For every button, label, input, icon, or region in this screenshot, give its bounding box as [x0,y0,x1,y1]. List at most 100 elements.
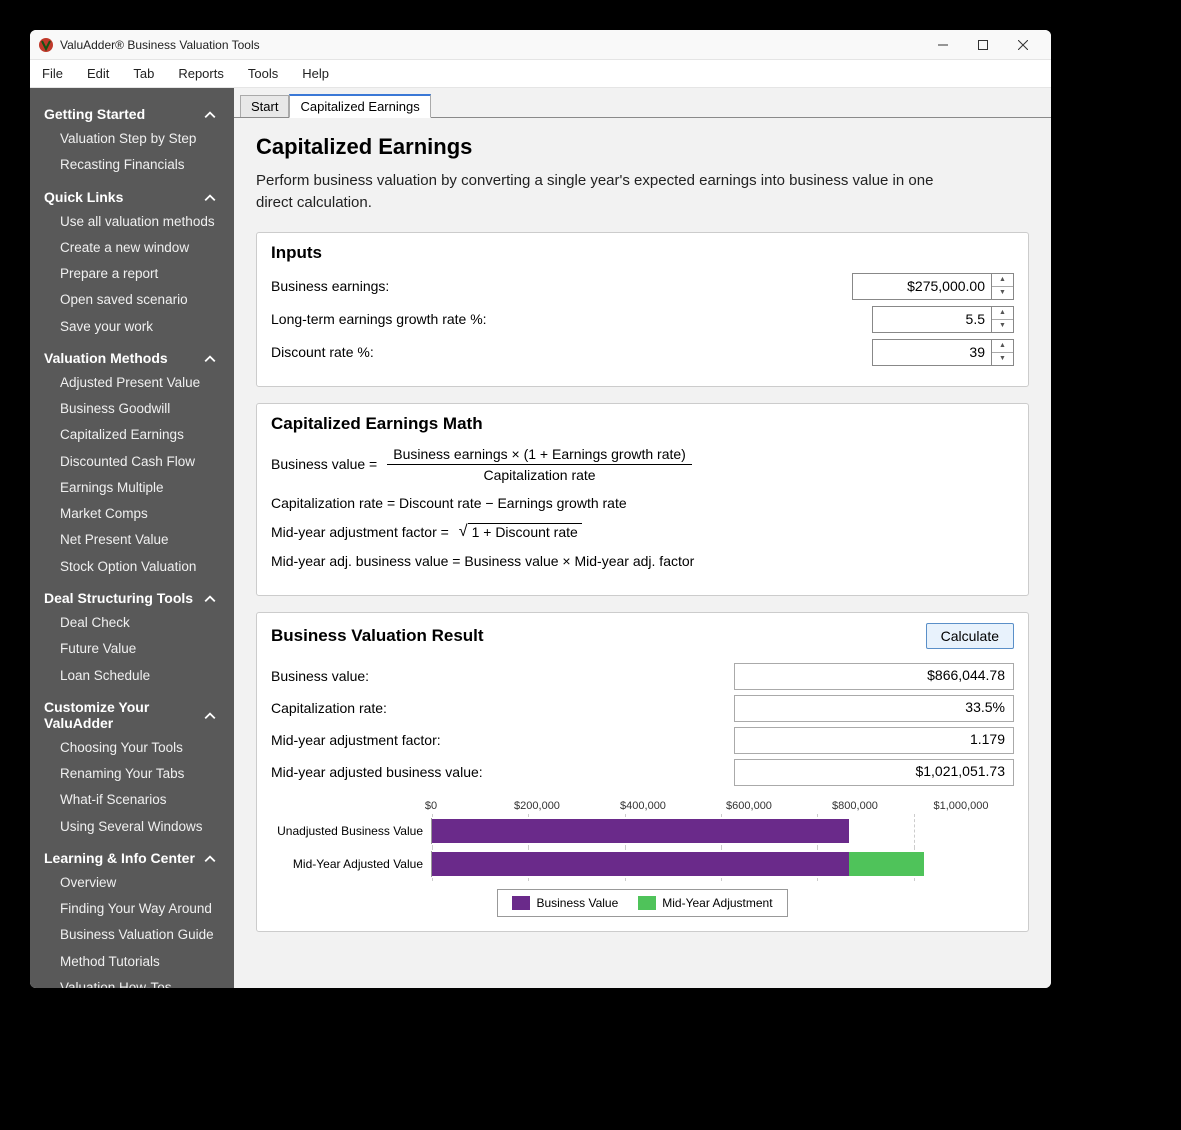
chart-axis-tick: $600,000 [696,800,802,812]
sidebar-section-title: Valuation Methods [44,350,168,366]
results-panel: Business Valuation Result Calculate Busi… [256,612,1029,932]
tab-capitalized-earnings[interactable]: Capitalized Earnings [289,94,430,118]
menu-edit[interactable]: Edit [87,66,109,81]
sidebar-item[interactable]: Using Several Windows [30,814,234,840]
menu-file[interactable]: File [42,66,63,81]
sidebar-item[interactable]: Create a new window [30,235,234,261]
result-label: Mid-year adjusted business value: [271,764,483,780]
sidebar-item[interactable]: Overview [30,870,234,896]
sidebar-item[interactable]: Choosing Your Tools [30,735,234,761]
sidebar-item[interactable]: Future Value [30,636,234,662]
math-panel: Capitalized Earnings Math Business value… [256,403,1029,596]
maximize-button[interactable] [963,30,1003,60]
sidebar-item[interactable]: Adjusted Present Value [30,370,234,396]
result-value: 1.179 [734,727,1014,754]
app-title: ValuAdder® Business Valuation Tools [60,38,923,52]
spinner-up-icon[interactable]: ▲ [992,307,1013,320]
spinner-buttons[interactable]: ▲▼ [992,306,1014,333]
spinner-up-icon[interactable]: ▲ [992,340,1013,353]
spinner-down-icon[interactable]: ▼ [992,287,1013,299]
math-formula-business-value: Business value = Business earnings × (1 … [271,446,1014,483]
sidebar-item[interactable]: Loan Schedule [30,663,234,689]
chevron-up-icon [204,852,216,864]
legend-swatch [638,896,656,910]
sidebar-item[interactable]: Valuation How-Tos [30,975,234,988]
math-formula-cap-rate: Capitalization rate = Discount rate − Ea… [271,495,1014,511]
sidebar: Getting StartedValuation Step by StepRec… [30,88,234,988]
sidebar-section-header[interactable]: Valuation Methods [30,346,234,370]
chart-row-label: Unadjusted Business Value [271,824,431,838]
chart-axis-tick: $0 [378,800,484,812]
chart-axis-tick: $200,000 [484,800,590,812]
result-value: $866,044.78 [734,663,1014,690]
sidebar-item[interactable]: Recasting Financials [30,152,234,178]
chart-axis-tick: $800,000 [802,800,908,812]
chevron-up-icon [204,191,216,203]
close-button[interactable] [1003,30,1043,60]
minimize-button[interactable] [923,30,963,60]
sidebar-item[interactable]: Discounted Cash Flow [30,449,234,475]
sidebar-item[interactable]: Method Tutorials [30,949,234,975]
chart-legend: Business Value Mid-Year Adjustment [497,889,787,917]
numeric-input[interactable] [872,306,992,333]
sidebar-item[interactable]: What-if Scenarios [30,787,234,813]
menu-reports[interactable]: Reports [178,66,224,81]
menu-help[interactable]: Help [302,66,329,81]
results-chart: $0$200,000$400,000$600,000$800,000$1,000… [271,800,1014,917]
numeric-input[interactable] [872,339,992,366]
sidebar-item[interactable]: Business Valuation Guide [30,922,234,948]
tab-start[interactable]: Start [240,95,289,117]
math-label: Business value = [271,456,377,472]
chart-bar-area [431,818,1014,844]
sidebar-item[interactable]: Save your work [30,314,234,340]
sidebar-item[interactable]: Capitalized Earnings [30,422,234,448]
sidebar-section-title: Deal Structuring Tools [44,590,193,606]
sidebar-item[interactable]: Renaming Your Tabs [30,761,234,787]
sidebar-section-header[interactable]: Learning & Info Center [30,846,234,870]
sidebar-section-header[interactable]: Getting Started [30,102,234,126]
sidebar-section-header[interactable]: Deal Structuring Tools [30,586,234,610]
menu-tools[interactable]: Tools [248,66,278,81]
math-numerator: Business earnings × (1 + Earnings growth… [387,446,692,465]
menu-tab[interactable]: Tab [133,66,154,81]
main-area: Start Capitalized Earnings Capitalized E… [234,88,1051,988]
chart-bar [432,819,849,843]
spinner-down-icon[interactable]: ▼ [992,353,1013,365]
chart-bar [849,852,924,876]
sidebar-section-header[interactable]: Quick Links [30,185,234,209]
app-window: ValuAdder® Business Valuation Tools File… [30,30,1051,988]
sidebar-item[interactable]: Finding Your Way Around [30,896,234,922]
result-label: Business value: [271,668,369,684]
sidebar-item[interactable]: Business Goodwill [30,396,234,422]
sidebar-section-title: Quick Links [44,189,123,205]
sidebar-section-title: Learning & Info Center [44,850,195,866]
math-denominator: Capitalization rate [478,465,602,483]
legend-item: Mid-Year Adjustment [638,896,772,910]
tabstrip: Start Capitalized Earnings [234,88,1051,118]
sidebar-item[interactable]: Net Present Value [30,527,234,553]
spinner-buttons[interactable]: ▲▼ [992,273,1014,300]
chevron-up-icon [204,592,216,604]
spinner-down-icon[interactable]: ▼ [992,320,1013,332]
menubar: File Edit Tab Reports Tools Help [30,60,1051,88]
sidebar-item[interactable]: Earnings Multiple [30,475,234,501]
inputs-panel-title: Inputs [271,243,1014,263]
sidebar-section-title: Customize Your ValuAdder [44,699,204,731]
sidebar-item[interactable]: Open saved scenario [30,287,234,313]
sidebar-item[interactable]: Stock Option Valuation [30,554,234,580]
spinner-up-icon[interactable]: ▲ [992,274,1013,287]
spinner-buttons[interactable]: ▲▼ [992,339,1014,366]
input-label: Long-term earnings growth rate %: [271,311,487,327]
math-formula-midyear-factor: Mid-year adjustment factor = √1 + Discou… [271,523,1014,541]
calculate-button[interactable]: Calculate [926,623,1014,649]
sidebar-section-header[interactable]: Customize Your ValuAdder [30,695,234,735]
sidebar-item[interactable]: Prepare a report [30,261,234,287]
numeric-input[interactable] [852,273,992,300]
math-label: Mid-year adjustment factor = [271,524,449,540]
legend-label: Business Value [536,896,618,910]
sidebar-item[interactable]: Market Comps [30,501,234,527]
legend-label: Mid-Year Adjustment [662,896,772,910]
sidebar-item[interactable]: Use all valuation methods [30,209,234,235]
sidebar-item[interactable]: Valuation Step by Step [30,126,234,152]
sidebar-item[interactable]: Deal Check [30,610,234,636]
